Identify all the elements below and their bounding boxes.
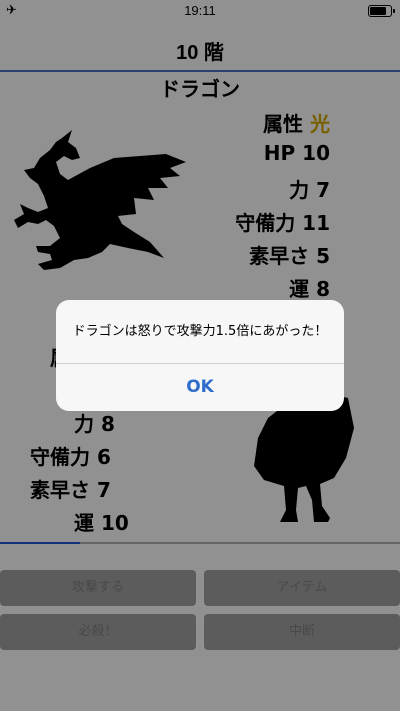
alert-ok-button[interactable]: OK	[56, 364, 344, 411]
alert-dialog: ドラゴンは怒りで攻撃力1.5倍にあがった！ OK	[56, 300, 344, 411]
alert-message: ドラゴンは怒りで攻撃力1.5倍にあがった！	[72, 324, 328, 339]
